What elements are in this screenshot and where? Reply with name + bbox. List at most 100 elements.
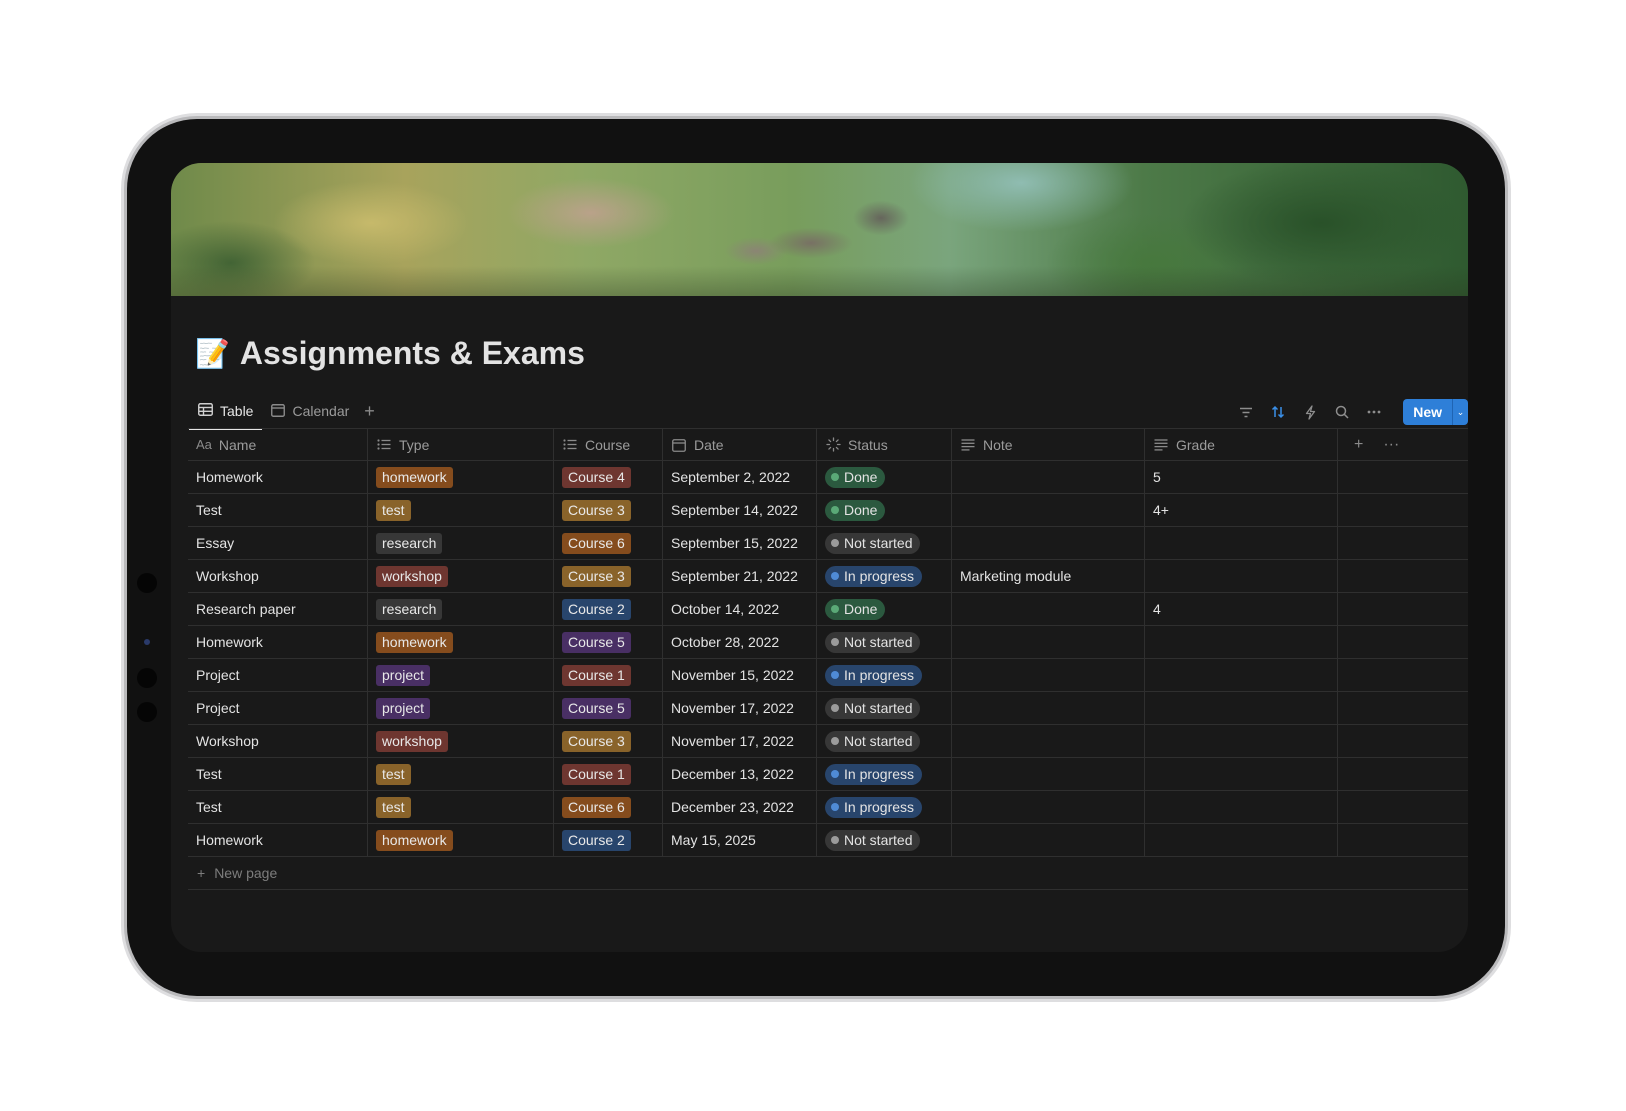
row-name[interactable]: Test (196, 799, 222, 815)
cell-date[interactable]: November 17, 2022 (663, 725, 817, 757)
cell-name[interactable]: Workshop (188, 560, 368, 592)
cell-date[interactable]: October 14, 2022 (663, 593, 817, 625)
column-header-note[interactable]: Note (952, 429, 1145, 460)
cell-note[interactable] (952, 791, 1145, 823)
tab-calendar[interactable]: Calendar (262, 394, 358, 428)
cell-name[interactable]: Workshop (188, 725, 368, 757)
cell-name[interactable]: Essay (188, 527, 368, 559)
filter-icon[interactable] (1237, 403, 1255, 421)
column-header-type[interactable]: Type (368, 429, 554, 460)
cell-note[interactable] (952, 461, 1145, 493)
page-emoji[interactable]: 📝 (195, 337, 230, 370)
new-button[interactable]: New (1403, 399, 1452, 425)
cell-note[interactable] (952, 692, 1145, 724)
table-row[interactable]: Test test Course 3 September 14, 2022 Do… (188, 494, 1468, 527)
cell-grade[interactable]: 5 (1145, 461, 1338, 493)
cell-course[interactable]: Course 1 (554, 758, 663, 790)
cell-date[interactable]: October 28, 2022 (663, 626, 817, 658)
row-name[interactable]: Test (196, 766, 222, 782)
cell-status[interactable]: Done (817, 494, 952, 526)
add-property-button[interactable]: + (1354, 436, 1363, 454)
cell-grade[interactable]: 4 (1145, 593, 1338, 625)
cell-date[interactable]: September 15, 2022 (663, 527, 817, 559)
new-page-button[interactable]: + New page (188, 857, 1468, 890)
table-row[interactable]: Test test Course 1 December 13, 2022 In … (188, 758, 1468, 791)
table-row[interactable]: Homework homework Course 5 October 28, 2… (188, 626, 1468, 659)
cell-note[interactable] (952, 659, 1145, 691)
cell-course[interactable]: Course 3 (554, 560, 663, 592)
tab-table[interactable]: Table (189, 394, 263, 430)
row-name[interactable]: Homework (196, 634, 263, 650)
column-header-date[interactable]: Date (663, 429, 817, 460)
cell-type[interactable]: research (368, 527, 554, 559)
cell-course[interactable]: Course 5 (554, 626, 663, 658)
cell-status[interactable]: Not started (817, 626, 952, 658)
sort-icon[interactable] (1269, 403, 1287, 421)
cell-course[interactable]: Course 6 (554, 527, 663, 559)
cell-date[interactable]: September 2, 2022 (663, 461, 817, 493)
page-title-text[interactable]: Assignments & Exams (240, 335, 585, 372)
lightning-icon[interactable] (1301, 403, 1319, 421)
cell-grade[interactable] (1145, 824, 1338, 856)
cell-name[interactable]: Research paper (188, 593, 368, 625)
cell-course[interactable]: Course 3 (554, 725, 663, 757)
cell-type[interactable]: test (368, 494, 554, 526)
row-name[interactable]: Homework (196, 469, 263, 485)
cell-status[interactable]: In progress (817, 791, 952, 823)
table-row[interactable]: Essay research Course 6 September 15, 20… (188, 527, 1468, 560)
table-row[interactable]: Workshop workshop Course 3 November 17, … (188, 725, 1468, 758)
cell-type[interactable]: workshop (368, 560, 554, 592)
cell-grade[interactable] (1145, 692, 1338, 724)
cell-type[interactable]: test (368, 758, 554, 790)
cell-status[interactable]: In progress (817, 560, 952, 592)
chevron-down-icon[interactable]: ⌄ (1452, 399, 1468, 425)
cell-date[interactable]: May 15, 2025 (663, 824, 817, 856)
cell-course[interactable]: Course 2 (554, 593, 663, 625)
cell-name[interactable]: Project (188, 692, 368, 724)
cell-course[interactable]: Course 5 (554, 692, 663, 724)
cell-date[interactable]: December 13, 2022 (663, 758, 817, 790)
column-header-name[interactable]: Aa Name (188, 429, 368, 460)
cell-name[interactable]: Test (188, 494, 368, 526)
cell-status[interactable]: In progress (817, 659, 952, 691)
page-title[interactable]: 📝 Assignments & Exams (195, 335, 585, 372)
row-name[interactable]: Project (196, 667, 240, 683)
row-name[interactable]: Test (196, 502, 222, 518)
row-name[interactable]: Project (196, 700, 240, 716)
cell-type[interactable]: project (368, 659, 554, 691)
cell-note[interactable] (952, 593, 1145, 625)
row-name[interactable]: Essay (196, 535, 234, 551)
cell-name[interactable]: Homework (188, 626, 368, 658)
cell-course[interactable]: Course 6 (554, 791, 663, 823)
cell-note[interactable] (952, 758, 1145, 790)
cell-course[interactable]: Course 2 (554, 824, 663, 856)
cell-grade[interactable] (1145, 527, 1338, 559)
cell-status[interactable]: Not started (817, 725, 952, 757)
column-header-grade[interactable]: Grade (1145, 429, 1338, 460)
cell-status[interactable]: Not started (817, 527, 952, 559)
cell-status[interactable]: Done (817, 593, 952, 625)
table-row[interactable]: Homework homework Course 4 September 2, … (188, 461, 1468, 494)
cell-type[interactable]: test (368, 791, 554, 823)
cell-name[interactable]: Test (188, 791, 368, 823)
cell-date[interactable]: September 14, 2022 (663, 494, 817, 526)
cell-course[interactable]: Course 3 (554, 494, 663, 526)
cell-note[interactable] (952, 494, 1145, 526)
cell-grade[interactable]: 4+ (1145, 494, 1338, 526)
table-row[interactable]: Research paper research Course 2 October… (188, 593, 1468, 626)
cell-date[interactable]: November 17, 2022 (663, 692, 817, 724)
cell-grade[interactable] (1145, 725, 1338, 757)
cell-status[interactable]: Done (817, 461, 952, 493)
add-view-button[interactable]: + (358, 401, 381, 422)
row-name[interactable]: Workshop (196, 733, 259, 749)
cell-grade[interactable] (1145, 758, 1338, 790)
cell-grade[interactable] (1145, 560, 1338, 592)
cell-note[interactable] (952, 725, 1145, 757)
cell-name[interactable]: Project (188, 659, 368, 691)
cell-type[interactable]: project (368, 692, 554, 724)
cell-grade[interactable] (1145, 659, 1338, 691)
cell-note[interactable] (952, 527, 1145, 559)
cell-date[interactable]: September 21, 2022 (663, 560, 817, 592)
cell-name[interactable]: Test (188, 758, 368, 790)
cell-date[interactable]: December 23, 2022 (663, 791, 817, 823)
